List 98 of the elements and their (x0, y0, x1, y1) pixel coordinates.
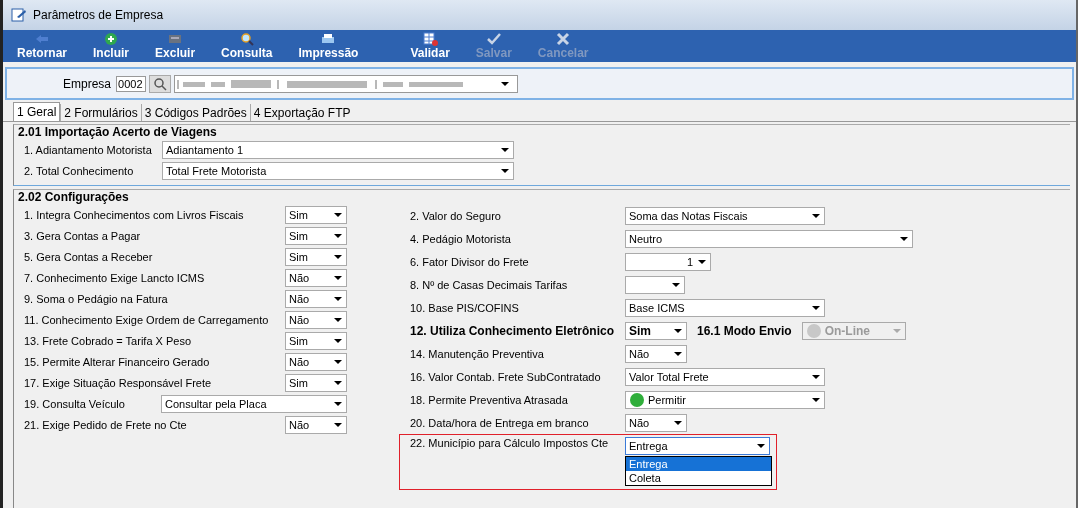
toolbar-button[interactable]: Incluir (85, 32, 138, 62)
field-label: 10. Base PIS/COFINS (410, 301, 520, 314)
dropdown-arrow-icon (334, 401, 342, 406)
dropdown[interactable]: Sim (285, 247, 347, 266)
dropdown-arrow-icon (334, 338, 342, 343)
dropdown-arrow-icon (334, 317, 342, 322)
dropdown[interactable]: 1 (625, 252, 711, 271)
field-label: 15. Permite Alterar Financeiro Gerado (24, 355, 211, 368)
field-label: 9. Soma o Pedágio na Fatura (24, 292, 169, 305)
dropdown-arrow-icon (334, 233, 342, 238)
company-code-field[interactable]: 0002 (116, 75, 147, 92)
toolbar-button[interactable]: Validar (402, 32, 458, 62)
field-label: 16. Valor Contab. Frete SubContratado (410, 370, 602, 383)
dropdown-arrow-icon (501, 147, 509, 152)
dropdown-arrow-icon (900, 236, 908, 241)
dropdown-arrow-icon (812, 397, 820, 402)
dropdown-arrow-icon (501, 81, 510, 86)
field-label: 2. Valor do Seguro (410, 209, 502, 222)
dropdown-option[interactable]: Coleta (626, 471, 771, 485)
field-label: 7. Conhecimento Exige Lancto ICMS (24, 271, 206, 284)
dropdown[interactable]: Sim (285, 373, 347, 392)
field-label: 14. Manutenção Preventiva (410, 347, 545, 360)
field-label: 5. Gera Contas a Receber (24, 250, 154, 263)
field-label: 18. Permite Preventiva Atrasada (410, 393, 569, 406)
dropdown[interactable]: Não (285, 289, 347, 308)
grid-icon (421, 32, 440, 46)
field-label: 22. Município para Cálculo Impostos Cte (410, 437, 610, 449)
dropdown[interactable]: Consultar pela Placa (161, 394, 347, 413)
dropdown[interactable] (625, 275, 685, 294)
tab[interactable]: 2 Formulários (60, 104, 141, 121)
dropdown-option[interactable]: Entrega (626, 457, 771, 471)
dropdown-arrow-icon (501, 168, 509, 173)
dropdown[interactable]: Não (285, 268, 347, 287)
field-label: 4. Pedágio Motorista (410, 232, 512, 245)
dropdown-arrow-icon (812, 374, 820, 379)
toolbar-button[interactable]: Excluir (147, 32, 204, 62)
dropdown-arrow-icon (672, 282, 680, 287)
tab[interactable]: 1 Geral (13, 102, 61, 121)
field-label: 20. Data/hora de Entrega em branco (410, 416, 590, 429)
dropdown[interactable]: Sim (285, 331, 347, 350)
dropdown[interactable]: Permitir (625, 390, 825, 409)
toolbar-button[interactable]: Impressão (290, 32, 367, 62)
field-label: 16.1 Modo Envio (697, 323, 792, 338)
dropdown-arrow-icon (334, 254, 342, 259)
dropdown-arrow-icon (674, 351, 682, 356)
dropdown[interactable]: Não (625, 413, 687, 432)
company-label: Empresa (63, 76, 112, 91)
dropdown[interactable]: Neutro (625, 229, 913, 248)
dropdown-arrow-icon (757, 444, 765, 448)
tab[interactable]: 4 Exportação FTP (249, 104, 354, 121)
field-label: 13. Frete Cobrado = Tarifa X Peso (24, 334, 193, 347)
dropdown[interactable]: Total Frete Motorista (162, 161, 514, 180)
window-icon (11, 7, 27, 23)
field-label: 21. Exige Pedido de Frete no Cte (24, 418, 188, 431)
dropdown-arrow-icon (334, 212, 342, 217)
dropdown-arrow-icon (334, 422, 342, 427)
company-name-dropdown[interactable] (174, 74, 519, 93)
dropdown-arrow-icon (698, 259, 706, 264)
dropdown[interactable]: Valor Total Frete (625, 367, 825, 386)
dropdown[interactable]: Não (285, 352, 347, 371)
dropdown-arrow-icon (334, 380, 342, 385)
toolbar-button[interactable]: Retornar (9, 32, 75, 62)
field-label: 3. Gera Contas a Pagar (24, 229, 142, 242)
dropdown-arrow-icon (334, 359, 342, 364)
dropdown[interactable]: Sim (285, 226, 347, 245)
section-title: 2.02 Configurações (17, 190, 130, 204)
dropdown-arrow-icon (892, 328, 901, 333)
dropdown[interactable]: Base ICMS (625, 298, 825, 317)
window-title: Parâmetros de Empresa (33, 8, 164, 22)
dropdown[interactable]: Entrega (625, 437, 770, 455)
field-label: 8. Nº de Casas Decimais Tarifas (410, 278, 569, 291)
dropdown[interactable]: Sim (285, 205, 347, 224)
dropdown[interactable]: Não (285, 310, 347, 329)
dropdown-arrow-icon (812, 213, 820, 218)
checkmark-icon (484, 32, 503, 46)
dropdown[interactable]: Não (625, 344, 687, 363)
dropdown-arrow-icon (674, 420, 682, 425)
field-label: 19. Consulta Veículo (24, 397, 126, 410)
plus-icon (102, 32, 120, 46)
dropdown-arrow-icon (334, 296, 342, 301)
dropdown-arrow-icon (812, 305, 820, 310)
dropdown[interactable]: Sim (625, 321, 687, 340)
field-label: 1. Adiantamento Motorista (24, 143, 153, 156)
field-label: 17. Exige Situação Responsável Frete (24, 376, 213, 389)
dropdown-arrow-icon (334, 275, 342, 280)
field-label: 2. Total Conhecimento (24, 164, 135, 177)
field-label: 12. Utiliza Conhecimento Eletrônico (410, 323, 616, 338)
dropdown[interactable]: Soma das Notas Fiscais (625, 206, 825, 225)
search-button[interactable] (149, 74, 172, 93)
field-label: 6. Fator Divisor do Frete (410, 255, 530, 268)
tab[interactable]: 3 Códigos Padrões (140, 104, 250, 121)
field-label: 11. Conhecimento Exige Ordem de Carregamento (24, 313, 270, 326)
dropdown-arrow-icon (674, 328, 682, 333)
dropdown[interactable]: Não (285, 415, 347, 434)
field-label: 1. Integra Conhecimentos com Livros Fiscais (24, 208, 245, 221)
dropdown[interactable]: Adiantamento 1 (162, 140, 514, 159)
section-title: 2.01 Importação Acerto de Viagens (17, 125, 218, 139)
toolbar-button[interactable]: Consulta (213, 32, 281, 62)
